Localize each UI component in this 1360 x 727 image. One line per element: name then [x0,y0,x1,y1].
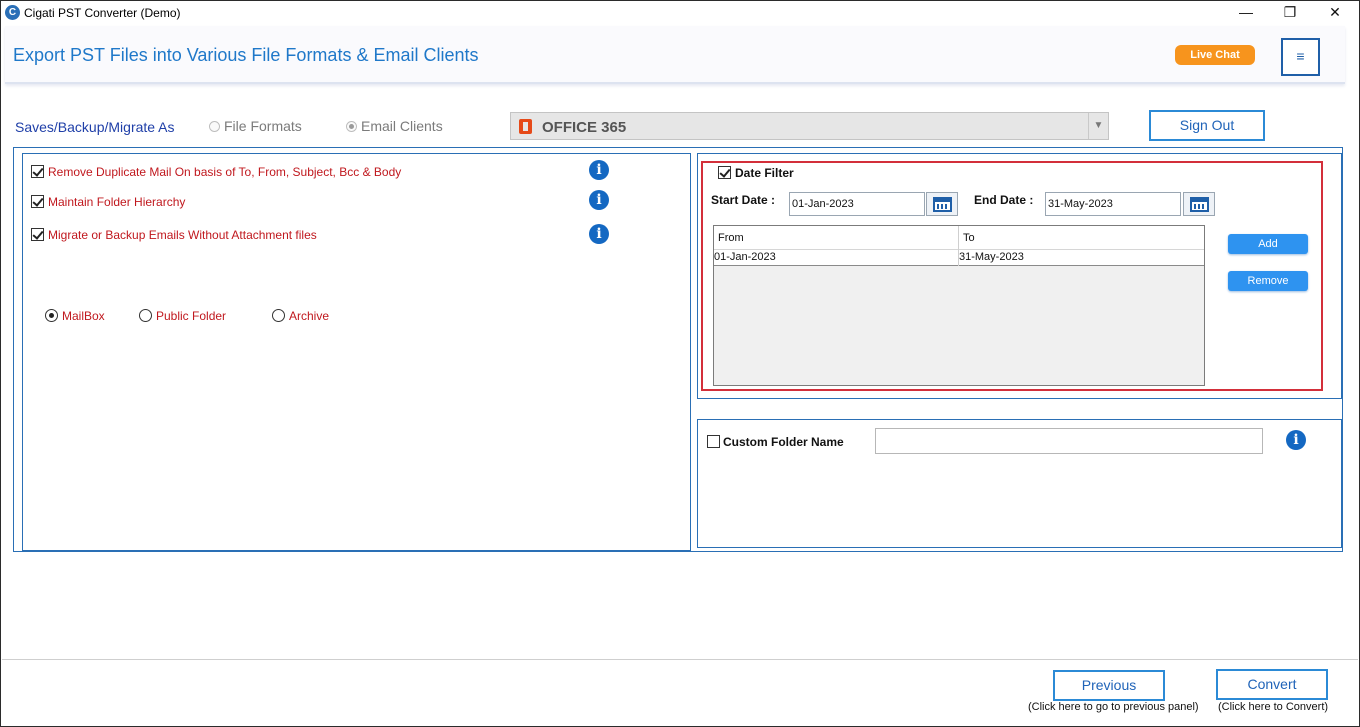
email-client-value: OFFICE 365 [542,119,627,136]
options-panel [22,153,691,551]
remove-button[interactable]: Remove [1228,271,1308,291]
calendar-icon [1190,197,1209,212]
column-header-from: From [718,232,744,244]
window-title: Cigati PST Converter (Demo) [24,6,181,20]
end-date-input[interactable]: 31-May-2023 [1045,192,1181,216]
mailbox-radio[interactable] [45,309,58,322]
header-banner: Export PST Files into Various File Forma… [5,26,1345,84]
public-folder-radio[interactable] [139,309,152,322]
public-folder-label: Public Folder [156,309,227,323]
remove-duplicate-checkbox[interactable] [31,165,44,178]
menu-icon: ≡ [1296,48,1305,64]
column-header-to: To [963,232,975,244]
mailbox-label: MailBox [62,309,105,323]
table-header: From To [714,226,1204,250]
start-date-picker-button[interactable] [926,192,958,216]
convert-hint: (Click here to Convert) [1218,701,1329,713]
end-date-picker-button[interactable] [1183,192,1215,216]
end-date-label: End Date : [974,193,1034,207]
info-icon[interactable]: i [589,160,609,180]
hamburger-menu-button[interactable]: ≡ [1281,38,1320,76]
info-icon[interactable]: i [1286,430,1306,450]
info-icon[interactable]: i [589,224,609,244]
column-divider [958,226,959,266]
maintain-hierarchy-checkbox[interactable] [31,195,44,208]
app-logo-icon: C [5,5,20,20]
chevron-down-icon[interactable]: ▼ [1088,113,1108,139]
cell-from: 01-Jan-2023 [714,251,776,263]
page-title: Export PST Files into Various File Forma… [13,45,479,65]
cell-to: 31-May-2023 [959,251,1024,263]
custom-folder-label: Custom Folder Name [723,435,844,449]
start-date-input[interactable]: 01-Jan-2023 [789,192,925,216]
calendar-icon [933,197,952,212]
without-attachment-checkbox[interactable] [31,228,44,241]
email-clients-radio[interactable]: Email Clients [346,118,443,134]
sign-out-button[interactable]: Sign Out [1149,110,1265,141]
file-formats-radio[interactable]: File Formats [209,118,302,134]
title-bar: C Cigati PST Converter (Demo) — ❐ ✕ [1,1,1359,25]
office-365-icon [519,119,532,134]
previous-hint: (Click here to go to previous panel) [1028,701,1199,713]
date-range-table: From To 01-Jan-2023 31-May-2023 [713,225,1205,386]
start-date-label: Start Date : [711,193,776,207]
previous-button[interactable]: Previous [1053,670,1165,701]
date-filter-label: Date Filter [735,166,794,180]
convert-button[interactable]: Convert [1216,669,1328,700]
footer-divider [2,659,1358,660]
file-formats-radio-dot [209,121,220,132]
custom-folder-checkbox[interactable] [707,435,720,448]
email-clients-label: Email Clients [361,118,443,134]
archive-label: Archive [289,309,330,323]
close-button[interactable]: ✕ [1312,1,1358,25]
live-chat-button[interactable]: Live Chat [1175,45,1255,65]
email-clients-radio-dot [346,121,357,132]
app-window: C Cigati PST Converter (Demo) — ❐ ✕ Expo… [0,0,1360,727]
file-formats-label: File Formats [224,118,302,134]
without-attachment-label: Migrate or Backup Emails Without Attachm… [48,228,317,242]
minimize-button[interactable]: — [1223,1,1269,25]
info-icon[interactable]: i [589,190,609,210]
remove-duplicate-label: Remove Duplicate Mail On basis of To, Fr… [48,165,402,179]
archive-radio[interactable] [272,309,285,322]
save-as-label: Saves/Backup/Migrate As [15,119,175,135]
maximize-button[interactable]: ❐ [1267,1,1313,25]
custom-folder-input[interactable] [875,428,1263,454]
add-button[interactable]: Add [1228,234,1308,254]
table-row[interactable]: 01-Jan-2023 31-May-2023 [714,250,1204,266]
email-client-select[interactable]: OFFICE 365 ▼ [510,112,1109,140]
date-filter-checkbox[interactable] [718,166,731,179]
maintain-hierarchy-label: Maintain Folder Hierarchy [48,195,186,209]
